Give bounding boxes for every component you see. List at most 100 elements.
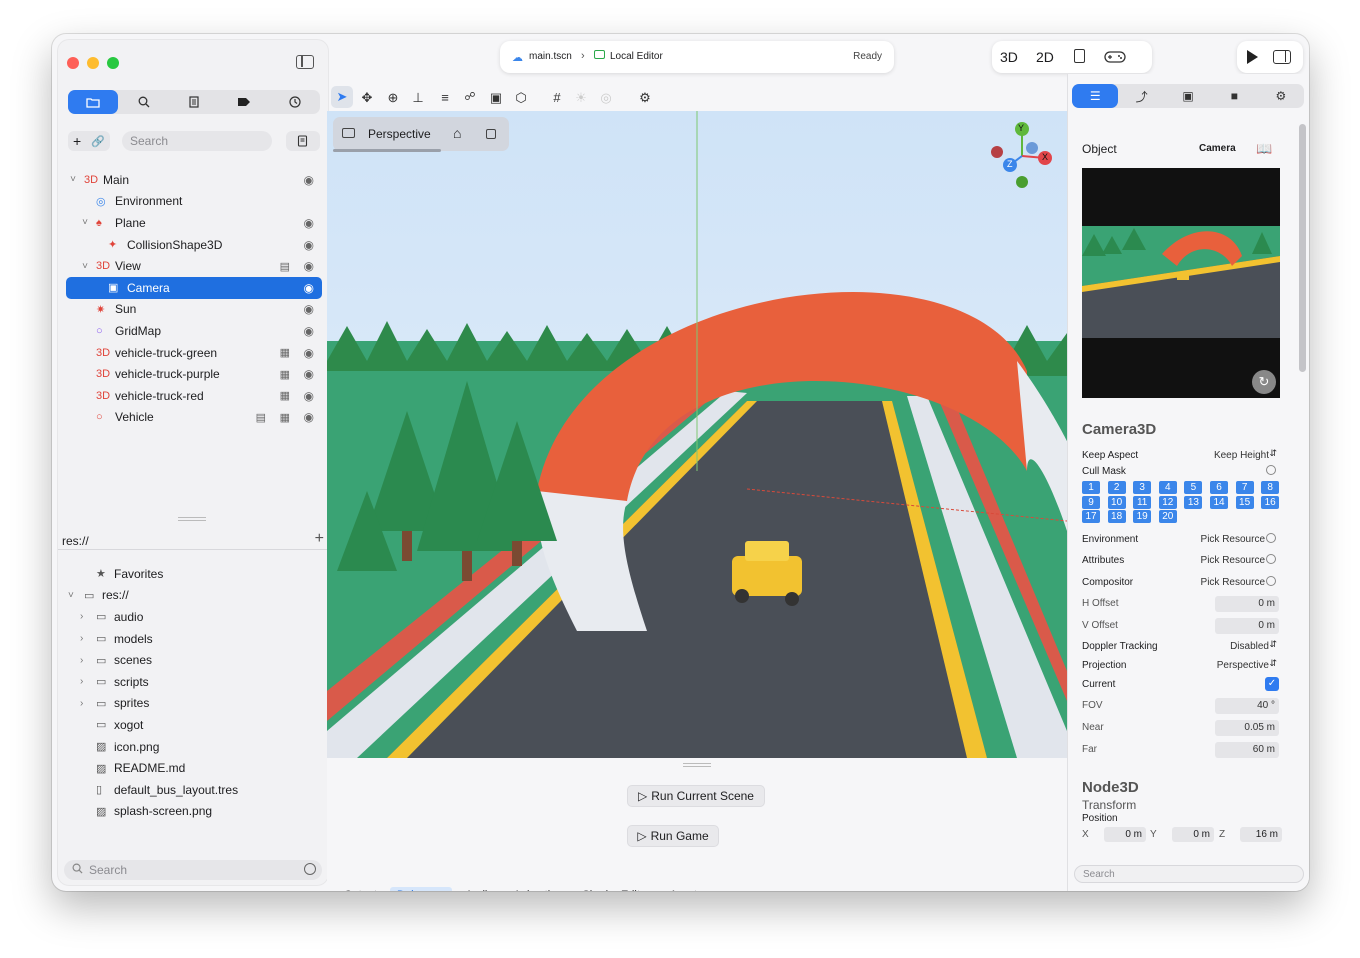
visibility-eye-icon[interactable]: ◉ — [304, 173, 314, 187]
tab-node-icon[interactable]: ■ — [1211, 84, 1257, 108]
doppler-value[interactable]: Disabled — [1230, 641, 1269, 652]
transform-label[interactable]: Transform — [1082, 798, 1136, 812]
scene-node-vehicle[interactable]: ○ Vehicle ▤ ▦ ◉ — [66, 407, 322, 429]
cull-mask-layer[interactable]: 19 — [1133, 510, 1152, 523]
add-file-icon[interactable]: + — [315, 530, 324, 548]
tab-scene-icon[interactable] — [68, 90, 119, 114]
list-tool-icon[interactable]: ≡ — [437, 90, 453, 105]
chevron-down-icon[interactable]: ˅ — [80, 217, 90, 228]
file-item-readme-md[interactable]: ▨ README.md — [66, 757, 322, 779]
visibility-eye-icon[interactable]: ◉ — [304, 259, 314, 273]
compositor-menu-icon[interactable] — [1266, 576, 1276, 586]
scene-node-environment[interactable]: ◎ Environment — [66, 191, 322, 213]
environment-menu-icon[interactable] — [1266, 533, 1276, 543]
chevron-right-icon[interactable]: › — [80, 655, 83, 666]
cull-mask-layer[interactable]: 11 — [1133, 495, 1152, 509]
cull-mask-layer[interactable]: 12 — [1158, 495, 1177, 509]
chevron-down-icon[interactable]: ˅ — [68, 590, 74, 601]
tab-groups-icon[interactable]: ▣ — [1165, 84, 1211, 108]
minimize-window-button[interactable] — [87, 57, 99, 69]
preview-icon[interactable] — [486, 129, 496, 139]
cull-mask-layer[interactable]: 18 — [1107, 510, 1126, 523]
file-item-audio[interactable]: › ▭ audio — [66, 606, 322, 628]
chevron-down-icon[interactable]: ˅ — [80, 261, 90, 272]
cull-mask-layer[interactable]: 3 — [1133, 481, 1152, 494]
bottom-tab-animation[interactable]: Animation — [507, 887, 570, 891]
cull-mask-layer[interactable]: 5 — [1184, 481, 1203, 494]
near-field[interactable]: 0.05 m — [1215, 720, 1279, 736]
projection-value[interactable]: Perspective — [1217, 660, 1269, 671]
cube-icon[interactable]: ⬡ — [513, 90, 529, 106]
scene-node-vehicle-truck-red[interactable]: 3D vehicle-truck-red ▦ ◉ — [66, 385, 322, 407]
scene-search-input[interactable]: Search — [122, 131, 272, 151]
cull-mask-layer[interactable]: 15 — [1235, 495, 1254, 509]
bottom-tab-assets[interactable]: Assets — [663, 887, 710, 891]
chevron-right-icon[interactable]: › — [80, 633, 83, 644]
axis-gizmo[interactable]: Y X Z — [987, 121, 1057, 191]
object-value[interactable]: Camera — [1199, 143, 1236, 154]
cull-mask-layer[interactable]: 17 — [1082, 510, 1100, 523]
environment-pick[interactable]: Pick Resource — [1201, 534, 1265, 545]
select-tool-icon[interactable]: ➤ — [331, 86, 353, 108]
run-game-button[interactable]: ▷ Run Game — [627, 825, 719, 847]
filter-icon[interactable] — [304, 863, 316, 875]
cull-mask-layer[interactable]: 8 — [1261, 481, 1280, 494]
tab-plugins-icon[interactable]: ⚙ — [1258, 84, 1304, 108]
inspector-scrollbar[interactable] — [1299, 124, 1306, 372]
file-item-xogot[interactable]: ▭ xogot — [66, 714, 322, 736]
pos-z-field[interactable]: 16 m — [1240, 827, 1282, 842]
chevron-right-icon[interactable]: › — [80, 698, 83, 709]
refresh-preview-icon[interactable]: ↻ — [1252, 370, 1276, 394]
editor-mode-label[interactable]: Local Editor — [610, 51, 663, 62]
visibility-eye-icon[interactable]: ◉ — [304, 367, 314, 381]
file-item-sprites[interactable]: › ▭ sprites — [66, 693, 322, 715]
keep-aspect-value[interactable]: Keep Height — [1214, 450, 1269, 461]
scene-node-sun[interactable]: ✷ Sun ◉ — [66, 299, 322, 321]
script-icon[interactable]: ▤ — [280, 260, 290, 273]
far-field[interactable]: 60 m — [1215, 742, 1279, 758]
clapperboard-icon[interactable]: ▦ — [280, 368, 290, 381]
cull-mask-layer[interactable]: 13 — [1184, 495, 1203, 509]
file-item-splash-screen-png[interactable]: ▨ splash-screen.png — [66, 801, 322, 823]
fov-field[interactable]: 40 ° — [1215, 698, 1279, 714]
close-window-button[interactable] — [67, 57, 79, 69]
chevron-right-icon[interactable]: › — [80, 676, 83, 687]
chevron-down-icon[interactable]: ˅ — [68, 174, 78, 185]
scene-node-vehicle-truck-green[interactable]: 3D vehicle-truck-green ▦ ◉ — [66, 342, 322, 364]
pos-y-field[interactable]: 0 m — [1172, 827, 1214, 842]
bottom-tab-shader-editor[interactable]: Shader Editor — [575, 887, 656, 891]
bottom-resize-handle[interactable] — [683, 763, 711, 767]
tab-search-icon[interactable] — [118, 90, 168, 114]
view-3d-button[interactable]: 3D — [1000, 49, 1018, 65]
play-icon[interactable] — [1247, 50, 1258, 64]
tab-inspector-icon[interactable]: ☰ — [1072, 84, 1119, 108]
scale-tool-icon[interactable]: ⊥ — [410, 90, 426, 106]
script-editor-icon[interactable] — [1074, 49, 1085, 63]
file-item-default-bus-layout-tres[interactable]: ▯ default_bus_layout.tres — [66, 779, 322, 801]
cull-mask-menu-icon[interactable] — [1266, 465, 1276, 475]
tab-signals-icon[interactable]: ⤴ — [1118, 84, 1164, 108]
scene-node-camera[interactable]: ▣ Camera ◉ — [66, 276, 322, 299]
grid-snap-icon[interactable]: # — [549, 90, 565, 105]
attach-script-button[interactable] — [286, 131, 320, 151]
file-item-models[interactable]: › ▭ models — [66, 628, 322, 650]
filesystem-search-input[interactable]: Search — [64, 860, 322, 880]
cull-mask-layer[interactable]: 4 — [1158, 481, 1177, 494]
scene-file-name[interactable]: main.tscn — [529, 51, 572, 62]
visibility-eye-icon[interactable]: ◉ — [304, 216, 314, 230]
scene-node-view[interactable]: ˅ 3D View ▤ ◉ — [66, 255, 322, 277]
visibility-eye-icon[interactable]: ◉ — [304, 302, 314, 316]
cull-mask-layer[interactable]: 20 — [1158, 510, 1177, 523]
v-offset-field[interactable]: 0 m — [1215, 618, 1279, 634]
file-item-scripts[interactable]: › ▭ scripts — [66, 671, 322, 693]
perspective-label[interactable]: Perspective — [368, 127, 431, 141]
compositor-pick[interactable]: Pick Resource — [1201, 577, 1265, 588]
gamepad-icon[interactable] — [1104, 50, 1126, 69]
scene-node-main[interactable]: ˅ 3D Main ◉ — [66, 169, 322, 191]
visibility-eye-icon[interactable]: ◉ — [304, 410, 314, 424]
clapperboard-icon[interactable]: ▦ — [280, 389, 290, 402]
inspector-search-input[interactable]: Search — [1074, 865, 1304, 883]
cull-mask-layer[interactable]: 7 — [1235, 481, 1254, 494]
file-item-icon-png[interactable]: ▨ icon.png — [66, 736, 322, 758]
move-tool-icon[interactable]: ✥ — [359, 90, 375, 106]
